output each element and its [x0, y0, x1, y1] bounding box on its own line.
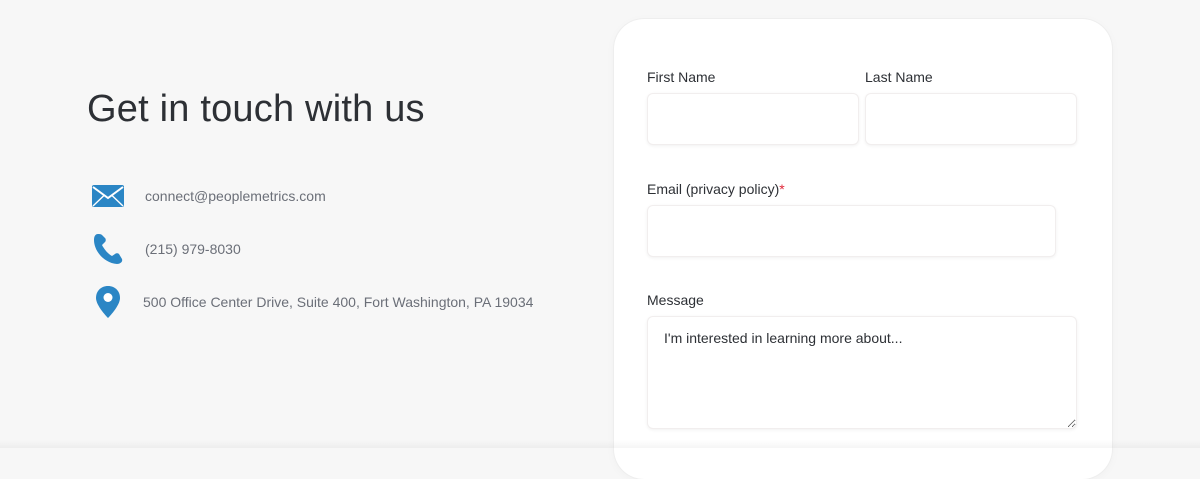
contact-address-row: 500 Office Center Drive, Suite 400, Fort…: [88, 282, 533, 322]
email-input[interactable]: [647, 205, 1056, 257]
first-name-label: First Name: [647, 69, 716, 85]
contact-form-card: First Name Last Name Email (privacy poli…: [614, 19, 1112, 479]
first-name-input[interactable]: [647, 93, 859, 145]
section-bottom-shadow: [0, 440, 1200, 448]
phone-icon: [88, 229, 128, 269]
page-title: Get in touch with us: [87, 88, 425, 130]
mail-icon: [88, 176, 128, 216]
contact-email-link[interactable]: connect@peoplemetrics.com: [145, 188, 326, 204]
contact-email-row: connect@peoplemetrics.com: [88, 176, 326, 216]
last-name-input[interactable]: [865, 93, 1077, 145]
contact-phone-row: (215) 979-8030: [88, 229, 241, 269]
contact-address-text: 500 Office Center Drive, Suite 400, Fort…: [143, 294, 534, 310]
email-label: Email (privacy policy)*: [647, 181, 785, 197]
message-textarea[interactable]: [647, 316, 1077, 429]
required-marker: *: [779, 181, 785, 197]
location-pin-icon: [88, 282, 128, 322]
contact-phone-link[interactable]: (215) 979-8030: [145, 241, 241, 257]
message-label: Message: [647, 292, 704, 308]
email-label-text: Email (privacy policy): [647, 181, 780, 197]
contact-info-section: Get in touch with us connect@peoplemetri…: [0, 0, 600, 448]
last-name-label: Last Name: [865, 69, 933, 85]
